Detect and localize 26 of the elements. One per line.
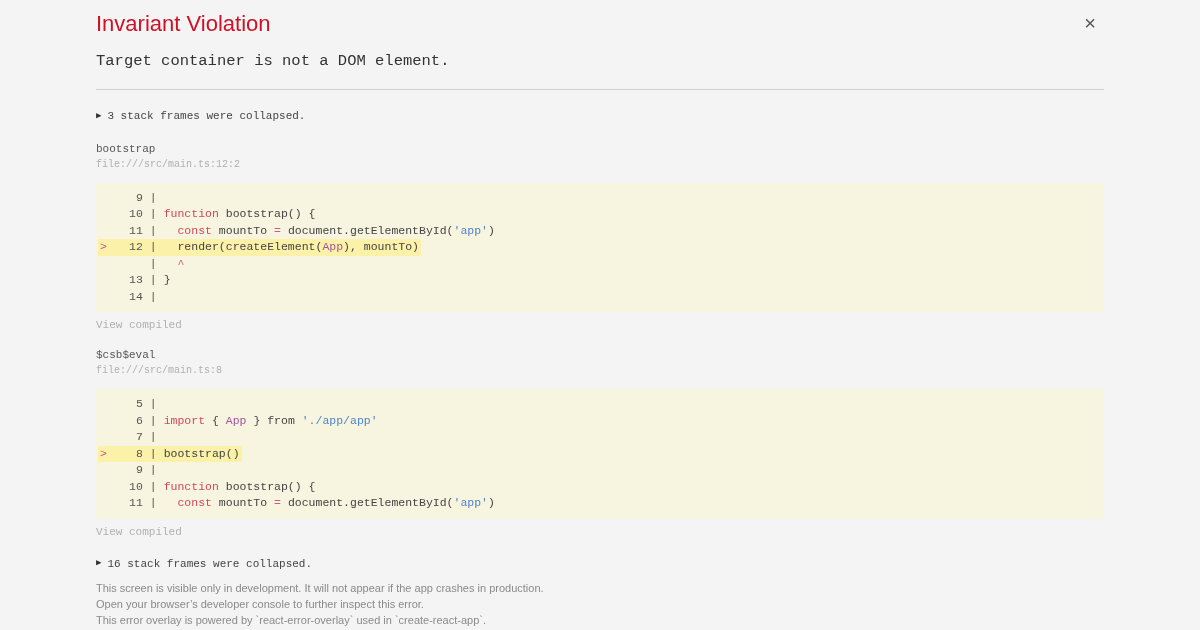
- code-line: 5 |: [135, 396, 158, 412]
- error-message: Target container is not a DOM element.: [96, 51, 451, 72]
- code-line: 14 |: [128, 288, 158, 305]
- collapsed-frames-text[interactable]: 3 stack frames were collapsed.: [107, 108, 306, 125]
- code-line: 11 | const mountTo = document.getElementById('app'): [128, 495, 496, 511]
- code-line: 10 | function bootstrap() {: [128, 206, 317, 222]
- error-title: Invariant Violation: [96, 10, 271, 38]
- code-line: 7 |: [135, 429, 158, 445]
- collapsed-frames-text[interactable]: 16 stack frames were collapsed.: [107, 555, 313, 572]
- code-line: 11 | const mountTo = document.getElementById('app'): [128, 222, 496, 239]
- code-line: | ^: [148, 255, 186, 272]
- code-line: 9 |: [135, 189, 158, 206]
- footer-note: This error overlay is powered by `react-error-overlay` used in `create-react-app`.: [96, 613, 487, 628]
- footer-note: This screen is visible only in development. It will not appear if the app crashes in production.: [96, 581, 544, 596]
- expand-toggle[interactable]: ▶: [96, 559, 102, 569]
- expand-toggle[interactable]: ▶: [96, 111, 102, 121]
- footer-note: Open your browser’s developer console to further inspect this error.: [96, 597, 424, 612]
- close-button[interactable]: ×: [1084, 13, 1096, 33]
- frame-location: file:///src/main.ts:12:2: [96, 157, 241, 172]
- code-line: 9 |: [135, 462, 158, 478]
- code-line: 6 | import { App } from './app/app': [135, 412, 379, 429]
- code-line: 10 | function bootstrap() {: [128, 478, 317, 495]
- frame-name: bootstrap: [96, 141, 156, 157]
- code-line: 13 | }: [128, 272, 172, 288]
- frame-location: file:///src/main.ts:8: [96, 364, 223, 378]
- frame-name: $csb$eval: [96, 348, 156, 363]
